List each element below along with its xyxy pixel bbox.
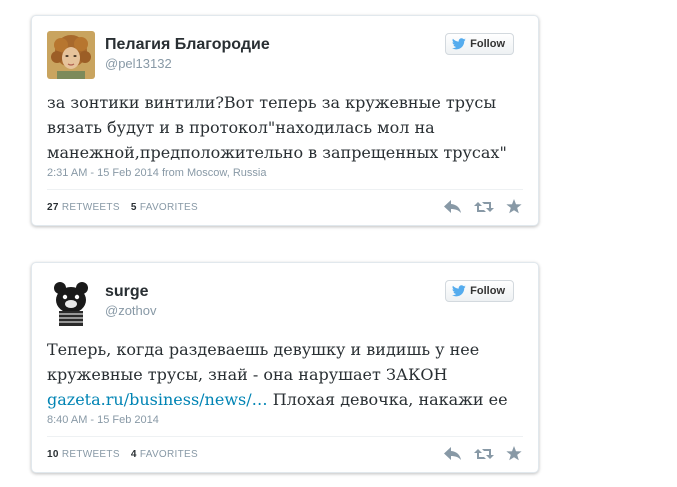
tweet-text-part1: Теперь, когда раздеваешь девушку и видиш…	[47, 340, 480, 384]
retweets-label[interactable]: RETWEETS	[62, 202, 120, 213]
follow-label: Follow	[470, 285, 505, 297]
tweet-timestamp[interactable]: 8:40 AM - 15 Feb 2014	[47, 414, 159, 426]
star-icon[interactable]	[506, 446, 522, 461]
tweet-text: Теперь, когда раздеваешь девушку и видиш…	[47, 337, 523, 412]
retweets-count[interactable]: 27	[47, 202, 59, 213]
follow-button[interactable]: Follow	[445, 280, 514, 302]
reply-icon[interactable]	[444, 446, 462, 461]
tweet-stats: 27 RETWEETS 5 FAVORITES	[47, 202, 198, 213]
retweet-icon[interactable]	[474, 447, 494, 461]
twitter-bird-icon	[452, 285, 466, 297]
favorites-count[interactable]: 5	[131, 202, 137, 213]
tweet-link[interactable]: gazeta.ru/business/news/…	[47, 390, 268, 409]
favorites-count[interactable]: 4	[131, 449, 137, 460]
follow-button[interactable]: Follow	[445, 33, 514, 55]
tweet-text-part2: Плохая девочка, накажи ее	[267, 390, 508, 409]
divider	[47, 189, 523, 190]
tweet-card: Пелагия Благородие @pel13132 Follow за з…	[31, 15, 539, 226]
tweet-stats: 10 RETWEETS 4 FAVORITES	[47, 449, 198, 460]
avatar[interactable]	[47, 31, 95, 79]
retweet-icon[interactable]	[474, 200, 494, 214]
avatar[interactable]	[47, 278, 95, 326]
favorites-label[interactable]: FAVORITES	[140, 449, 198, 460]
favorites-label[interactable]: FAVORITES	[140, 202, 198, 213]
user-name[interactable]: surge	[105, 283, 149, 301]
follow-label: Follow	[470, 38, 505, 50]
star-icon[interactable]	[506, 199, 522, 214]
retweets-label[interactable]: RETWEETS	[62, 449, 120, 460]
twitter-bird-icon	[452, 38, 466, 50]
tweet-card: surge @zothov Follow Теперь, когда разде…	[31, 262, 539, 473]
tweet-actions	[444, 199, 522, 214]
user-handle[interactable]: @zothov	[105, 303, 157, 318]
user-name[interactable]: Пелагия Благородие	[105, 36, 270, 54]
retweets-count[interactable]: 10	[47, 449, 59, 460]
tweet-actions	[444, 446, 522, 461]
divider	[47, 436, 523, 437]
tweet-text: за зонтики винтили?Вот теперь за кружевн…	[47, 93, 507, 162]
tweet-timestamp[interactable]: 2:31 AM - 15 Feb 2014 from Moscow, Russi…	[47, 167, 267, 179]
reply-icon[interactable]	[444, 199, 462, 214]
user-handle[interactable]: @pel13132	[105, 56, 172, 71]
